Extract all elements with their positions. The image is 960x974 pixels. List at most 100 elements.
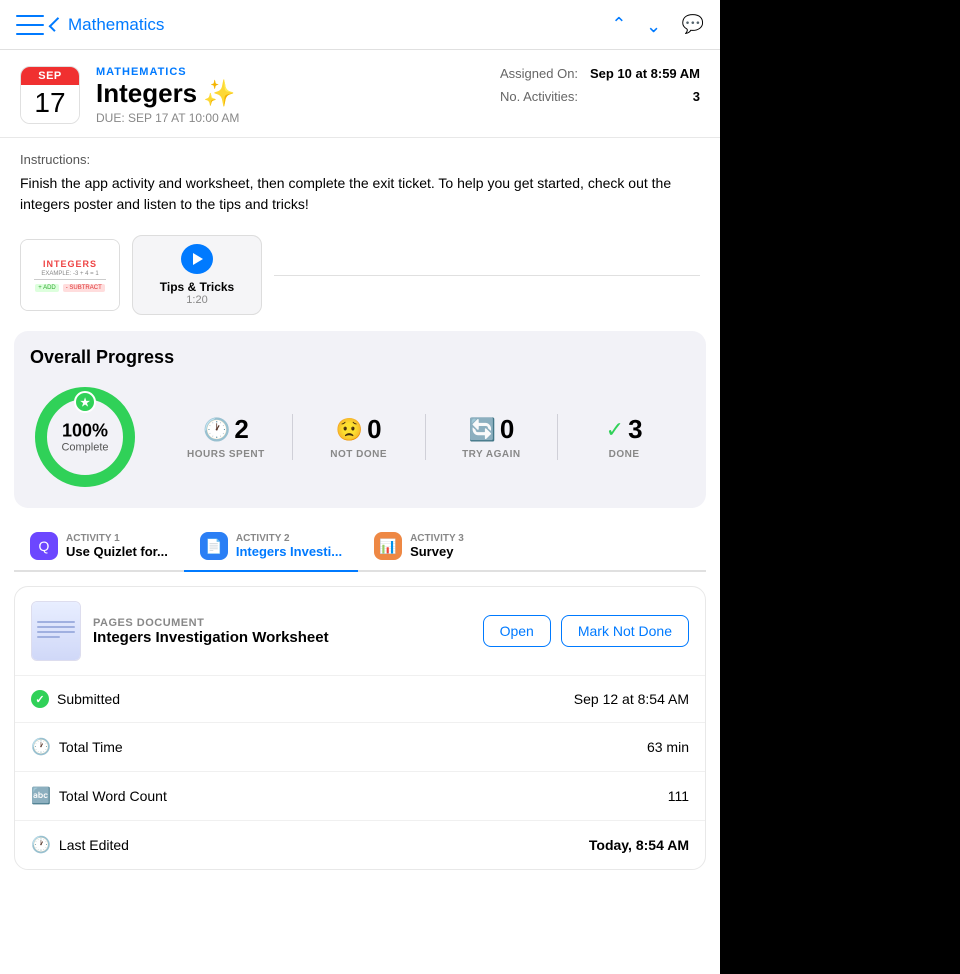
assignment-header: SEP 17 MATHEMATICS Integers ✨ DUE: SEP 1… — [0, 50, 720, 138]
not-done-icon: 😟 — [336, 417, 363, 443]
pages-icon: 📄 — [200, 532, 228, 560]
activities-section: Q ACTIVITY 1 Use Quizlet for... 📄 ACTIVI… — [0, 522, 720, 572]
play-button[interactable] — [181, 244, 213, 274]
svg-text:★: ★ — [80, 397, 90, 409]
no-activities-value: 3 — [693, 89, 700, 104]
activity-doc-header: PAGES DOCUMENT Integers Investigation Wo… — [15, 587, 705, 676]
mark-not-done-button[interactable]: Mark Not Done — [561, 615, 689, 647]
try-again-stat: 🔄 0 TRY AGAIN — [426, 414, 559, 460]
doc-name: Integers Investigation Worksheet — [93, 629, 471, 646]
word-count-label: Total Word Count — [59, 788, 167, 804]
tips-tricks-video[interactable]: Tips & Tricks 1:20 — [132, 235, 262, 315]
chevron-down-icon[interactable]: ⌃ — [646, 14, 661, 35]
header-right: ⌃ ⌃ 💬 — [611, 14, 704, 35]
integers-poster-thumb[interactable]: INTEGERS EXAMPLE: -3 + 4 = 1 + ADD - SUB… — [20, 239, 120, 311]
due-date: DUE: SEP 17 AT 10:00 AM — [96, 111, 484, 125]
try-again-label: TRY AGAIN — [436, 449, 548, 460]
total-time-row: 🕐 Total Time 63 min — [15, 723, 705, 772]
calendar-month: SEP — [21, 67, 79, 85]
donut-percent: 100% — [61, 421, 108, 442]
hours-spent-stat: 🕐 2 HOURS SPENT — [160, 414, 293, 460]
calendar-day: 17 — [21, 85, 79, 123]
activity-2-num: ACTIVITY 2 — [236, 533, 342, 544]
activity-1-num: ACTIVITY 1 — [66, 533, 168, 544]
doc-actions: Open Mark Not Done — [483, 615, 689, 647]
video-label: Tips & Tricks — [160, 280, 234, 294]
chevron-left-icon — [49, 17, 64, 32]
word-count-value: 111 — [668, 788, 689, 804]
activity-content: PAGES DOCUMENT Integers Investigation Wo… — [0, 572, 720, 974]
progress-section: Overall Progress ★ 100% Complete — [14, 331, 706, 508]
total-time-icon: 🕐 — [31, 737, 51, 757]
progress-content: ★ 100% Complete 🕐 2 HOURS SPENT — [30, 382, 690, 492]
play-triangle-icon — [193, 253, 203, 265]
main-panel: Mathematics ⌃ ⌃ 💬 SEP 17 MATHEMATICS Int… — [0, 0, 720, 974]
doc-info: PAGES DOCUMENT Integers Investigation Wo… — [93, 617, 471, 646]
divider-line — [274, 275, 700, 276]
header: Mathematics ⌃ ⌃ 💬 — [0, 0, 720, 50]
assigned-on-row: Assigned On: Sep 10 at 8:59 AM — [500, 66, 700, 81]
instructions-label: Instructions: — [20, 152, 700, 167]
activity-card: PAGES DOCUMENT Integers Investigation Wo… — [14, 586, 706, 870]
attachments-row: INTEGERS EXAMPLE: -3 + 4 = 1 + ADD - SUB… — [0, 225, 720, 331]
activity-tab-1[interactable]: Q ACTIVITY 1 Use Quizlet for... — [14, 522, 184, 572]
integers-poster-title: INTEGERS — [43, 259, 97, 269]
activity-2-name: Integers Investi... — [236, 544, 342, 559]
try-again-icon: 🔄 — [468, 417, 495, 443]
activity-3-name: Survey — [410, 544, 464, 559]
header-left: Mathematics — [16, 15, 164, 35]
survey-icon: 📊 — [374, 532, 402, 560]
donut-chart: ★ 100% Complete — [30, 382, 140, 492]
assignment-title: Integers ✨ — [96, 78, 484, 109]
calendar-badge: SEP 17 — [20, 66, 80, 124]
donut-label: Complete — [61, 442, 108, 454]
stats-grid: 🕐 2 HOURS SPENT 😟 0 NOT DONE 🔄 0 — [160, 414, 690, 460]
word-count-row: 🔤 Total Word Count 111 — [15, 772, 705, 821]
assignment-meta: Assigned On: Sep 10 at 8:59 AM No. Activ… — [500, 66, 700, 104]
no-activities-label: No. Activities: — [500, 89, 578, 104]
activity-3-num: ACTIVITY 3 — [410, 533, 464, 544]
submitted-date: Sep 12 at 8:54 AM — [574, 691, 689, 707]
done-checkmark-icon: ✓ — [606, 417, 624, 443]
last-edited-value: Today, 8:54 AM — [589, 837, 689, 853]
done-value: 3 — [628, 414, 642, 445]
done-label: DONE — [568, 449, 680, 460]
doc-type: PAGES DOCUMENT — [93, 617, 471, 629]
hours-value: 2 — [234, 414, 248, 445]
donut-center: 100% Complete — [61, 421, 108, 454]
sidebar-toggle-button[interactable] — [16, 15, 44, 35]
back-button[interactable]: Mathematics — [52, 15, 164, 35]
submitted-row: ✓ Submitted Sep 12 at 8:54 AM — [15, 676, 705, 723]
sparkle-icon: ✨ — [203, 78, 235, 109]
submitted-dot-icon: ✓ — [31, 690, 49, 708]
last-edited-row: 🕐 Last Edited Today, 8:54 AM — [15, 821, 705, 869]
clock-icon: 🕐 — [203, 417, 230, 443]
back-label: Mathematics — [68, 15, 164, 35]
comment-icon[interactable]: 💬 — [682, 14, 704, 35]
assignment-title-text: Integers — [96, 78, 197, 109]
no-activities-row: No. Activities: 3 — [500, 89, 700, 104]
video-duration: 1:20 — [186, 294, 207, 306]
activity-tab-3[interactable]: 📊 ACTIVITY 3 Survey — [358, 522, 498, 572]
assigned-on-value: Sep 10 at 8:59 AM — [590, 66, 700, 81]
doc-thumbnail — [31, 601, 81, 661]
assigned-on-label: Assigned On: — [500, 66, 578, 81]
total-time-label: Total Time — [59, 739, 123, 755]
not-done-stat: 😟 0 NOT DONE — [293, 414, 426, 460]
word-count-icon: 🔤 — [31, 786, 51, 806]
quizlet-icon: Q — [30, 532, 58, 560]
chevron-up-icon[interactable]: ⌃ — [611, 14, 626, 35]
assignment-info: MATHEMATICS Integers ✨ DUE: SEP 17 AT 10… — [96, 66, 484, 125]
instructions-text: Finish the app activity and worksheet, t… — [20, 173, 700, 215]
not-done-value: 0 — [367, 414, 381, 445]
try-again-value: 0 — [500, 414, 514, 445]
open-button[interactable]: Open — [483, 615, 551, 647]
activity-tabs: Q ACTIVITY 1 Use Quizlet for... 📄 ACTIVI… — [14, 522, 706, 572]
instructions-section: Instructions: Finish the app activity an… — [0, 138, 720, 225]
activity-1-name: Use Quizlet for... — [66, 544, 168, 559]
last-edited-label: Last Edited — [59, 837, 129, 853]
subject-label: MATHEMATICS — [96, 66, 484, 78]
done-stat: ✓ 3 DONE — [558, 414, 690, 460]
total-time-value: 63 min — [647, 739, 689, 755]
activity-tab-2[interactable]: 📄 ACTIVITY 2 Integers Investi... — [184, 522, 358, 572]
